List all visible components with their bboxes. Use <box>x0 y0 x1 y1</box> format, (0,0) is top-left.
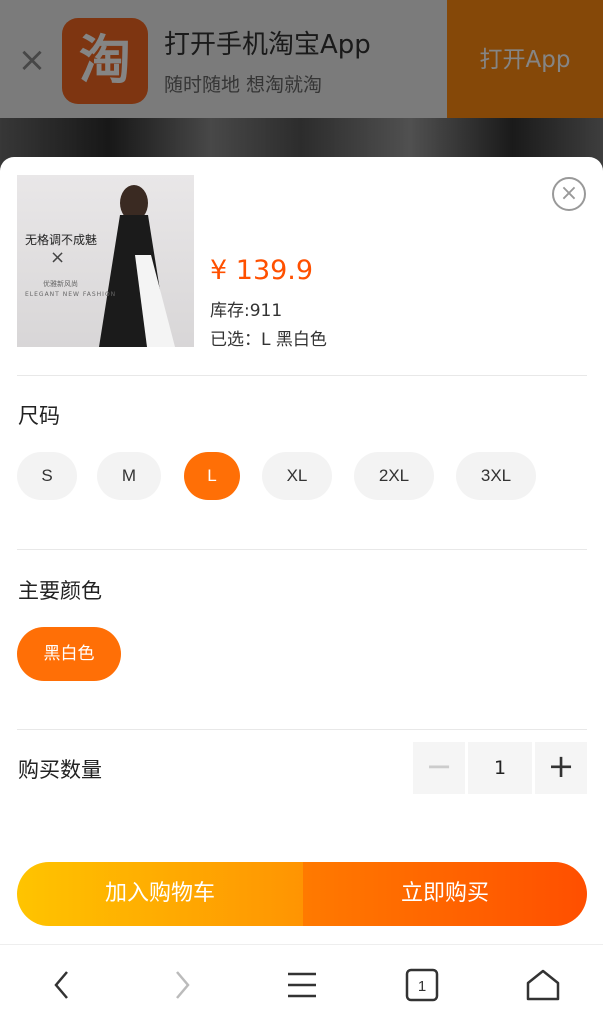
color-option-black-white[interactable]: 黑白色 <box>17 627 121 681</box>
close-circle-icon: × <box>559 181 579 206</box>
size-option-xl[interactable]: XL <box>262 452 332 500</box>
quantity-label: 购买数量 <box>18 758 102 782</box>
tabs-icon[interactable]: 1 <box>397 961 447 1009</box>
size-option-l[interactable]: L <box>184 452 240 500</box>
thumb-caption-1: 无格调不成魅 <box>25 233 98 247</box>
browser-bottom-nav: 1 <box>0 944 603 1024</box>
quantity-input[interactable]: 1 <box>468 742 532 794</box>
close-sheet-button[interactable]: × <box>552 177 586 211</box>
buy-now-button[interactable]: 立即购买 <box>303 862 587 926</box>
thumb-caption-3: 优雅新风尚 <box>43 280 78 288</box>
size-option-s[interactable]: S <box>17 452 77 500</box>
sku-selection-sheet: 无格调不成魅 × 优雅新风尚 ELEGANT NEW FASHION × ¥ 1… <box>0 157 603 944</box>
divider <box>17 549 587 550</box>
tab-count: 1 <box>418 978 426 995</box>
product-stock: 库存:911 <box>210 301 283 321</box>
product-thumbnail: 无格调不成魅 × 优雅新风尚 ELEGANT NEW FASHION <box>17 175 194 347</box>
quantity-decrease-button[interactable]: − <box>413 742 465 794</box>
size-option-3xl[interactable]: 3XL <box>456 452 536 500</box>
home-icon[interactable] <box>518 961 568 1009</box>
quantity-increase-button[interactable]: + <box>535 742 587 794</box>
divider <box>17 375 587 376</box>
thumb-caption-2: × <box>50 247 66 268</box>
color-section-title: 主要颜色 <box>18 579 102 603</box>
forward-icon[interactable] <box>157 961 207 1009</box>
product-price: ¥ 139.9 <box>210 255 314 286</box>
selected-variant: 已选：L 黑白色 <box>210 330 327 350</box>
size-option-2xl[interactable]: 2XL <box>354 452 434 500</box>
add-to-cart-button[interactable]: 加入购物车 <box>17 862 303 926</box>
size-section-title: 尺码 <box>18 404 60 428</box>
size-option-m[interactable]: M <box>97 452 161 500</box>
menu-icon[interactable] <box>277 961 327 1009</box>
thumb-caption-4: ELEGANT NEW FASHION <box>25 291 117 298</box>
back-icon[interactable] <box>37 961 87 1009</box>
divider <box>17 729 587 730</box>
